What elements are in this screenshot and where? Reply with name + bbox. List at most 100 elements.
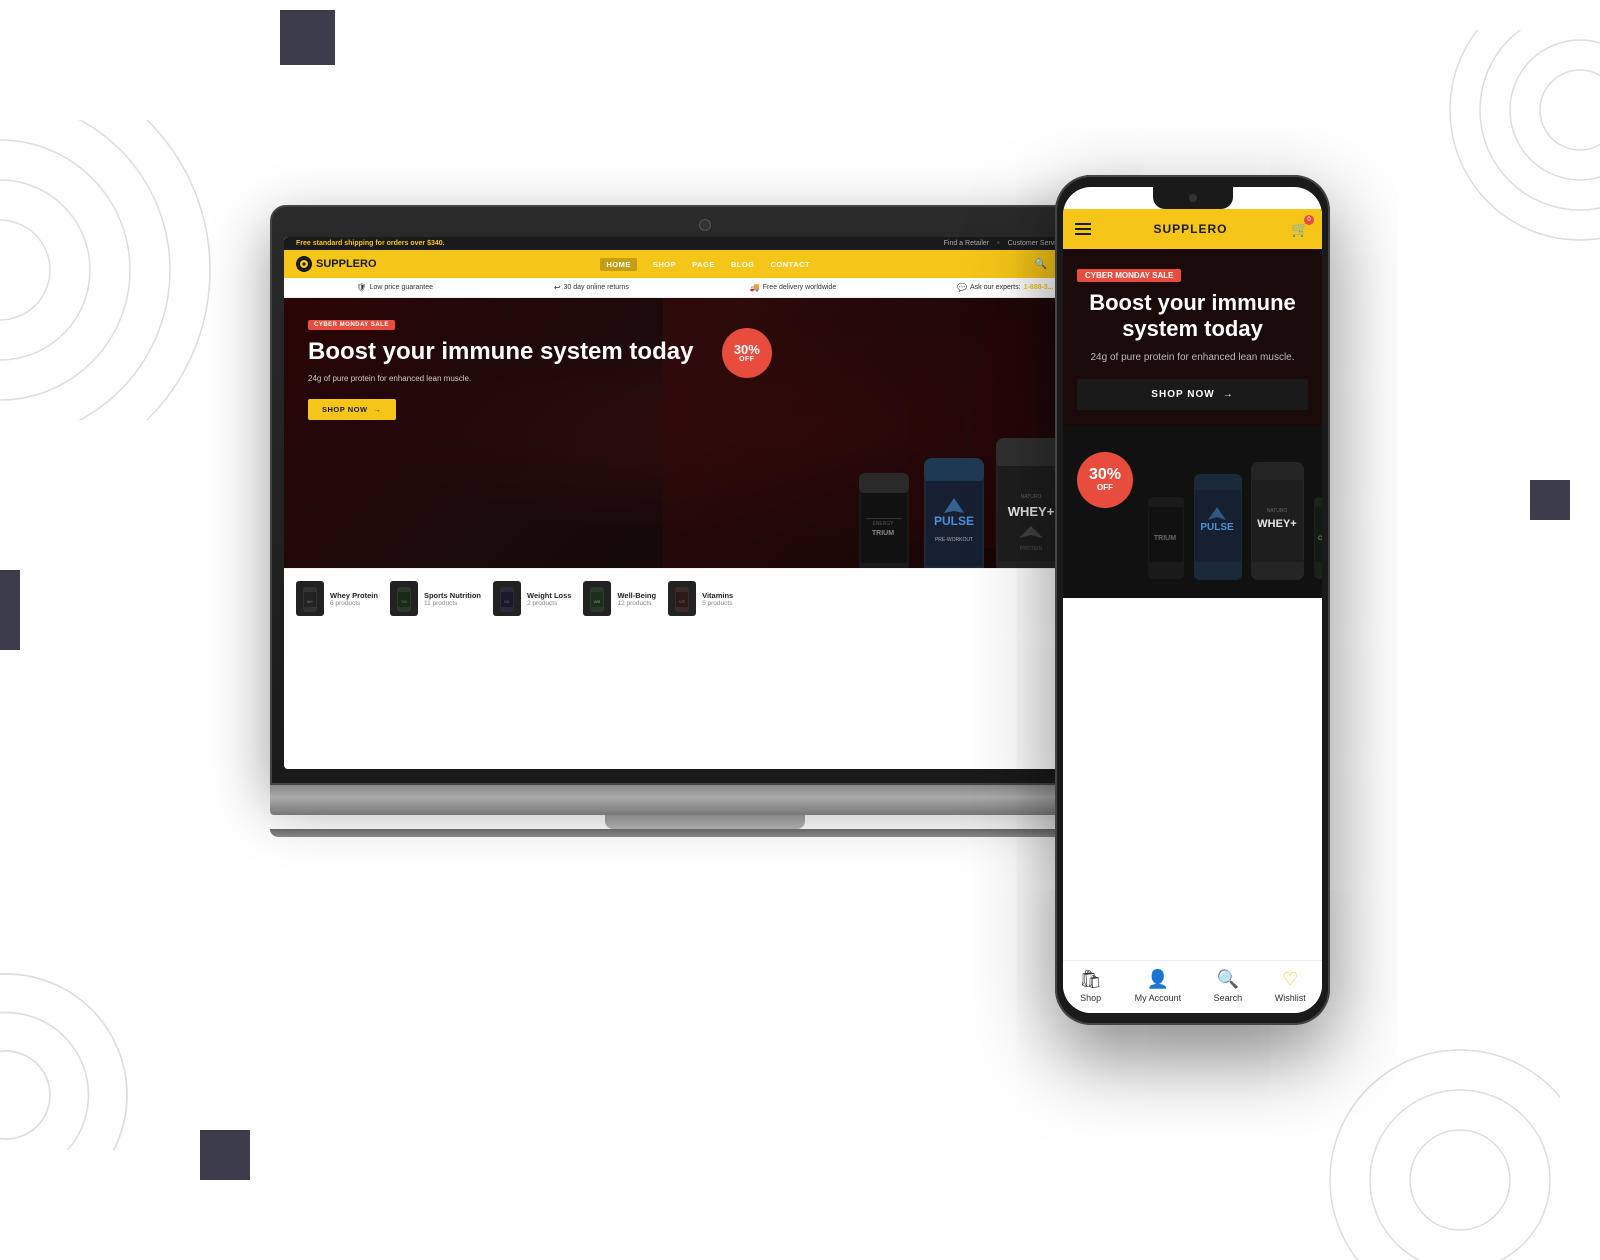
hamburger-line-1 <box>1075 223 1091 225</box>
mobile-shop-now-button[interactable]: SHOP NOW → <box>1077 379 1308 410</box>
weightloss-name: Weight Loss <box>527 591 571 600</box>
mobile-nav: SUPPLERO 🛒 0 <box>1063 209 1322 249</box>
category-whey[interactable]: W+ Whey Protein 6 products <box>296 581 378 616</box>
feature-experts: 💬 Ask our experts: 1-888-3... <box>957 283 1054 292</box>
delivery-icon: 🚚 <box>750 283 760 292</box>
svg-text:SN: SN <box>401 599 407 604</box>
mobile-product-charge: CHARGE <box>1309 492 1322 582</box>
weightloss-info: Weight Loss 2 products <box>527 591 571 607</box>
navigation: SUPPLERO HOME SHOP PAGE BLOG CONTACT 🔍 <box>284 250 1126 278</box>
mobile-hero-badge: CYBER MONDAY SALE <box>1077 269 1181 282</box>
hero-subtitle: 24g of pure protein for enhanced lean mu… <box>308 374 723 383</box>
wellbeing-name: Well-Being <box>617 591 656 600</box>
mobile-shop-label: SHOP NOW <box>1151 389 1214 400</box>
price-icon: 🛡 <box>356 283 366 292</box>
wellbeing-info: Well-Being 12 products <box>617 591 656 607</box>
sports-info: Sports Nutrition 11 products <box>424 591 481 607</box>
mobile-menu-button[interactable] <box>1075 223 1091 235</box>
shipping-label: Free standard shipping for orders <box>296 240 408 247</box>
laptop-device: Free standard shipping for orders over $… <box>270 205 1140 845</box>
mobile-spacer <box>1063 598 1322 960</box>
discount-off: OFF <box>739 356 755 363</box>
category-sports[interactable]: SN Sports Nutrition 11 products <box>390 581 481 616</box>
logo-icon <box>296 256 312 272</box>
nav-shop[interactable]: SHOP <box>653 260 676 269</box>
front-camera <box>1189 194 1197 202</box>
vitamins-image: VIT <box>668 581 696 616</box>
feature-delivery-text: Free delivery worldwide <box>763 284 837 291</box>
feature-returns-text: 30 day online returns <box>564 284 629 291</box>
mobile-nav-account[interactable]: 👤 My Account <box>1135 969 1182 1003</box>
nav-links: HOME SHOP PAGE BLOG CONTACT <box>600 258 810 271</box>
nav-blog[interactable]: BLOG <box>731 260 755 269</box>
shipping-text: Free standard shipping for orders over $… <box>296 240 445 247</box>
feature-delivery: 🚚 Free delivery worldwide <box>750 283 837 292</box>
category-wellbeing[interactable]: WB Well-Being 12 products <box>583 581 656 616</box>
feature-price-text: Low price guarantee <box>370 284 433 291</box>
wishlist-nav-icon: ♡ <box>1282 969 1298 990</box>
mobile-arrow-icon: → <box>1223 389 1234 400</box>
nav-home[interactable]: HOME <box>600 258 637 271</box>
categories-section: W+ Whey Protein 6 products SN <box>284 568 1126 628</box>
laptop-stand <box>605 815 805 829</box>
vitamins-info: Vitamins 5 products <box>702 591 733 607</box>
devices-wrapper: Free standard shipping for orders over $… <box>250 125 1350 1075</box>
svg-text:PRE-WORKOUT: PRE-WORKOUT <box>935 537 973 543</box>
mobile-discount-off: OFF <box>1097 483 1113 492</box>
main-container: Free standard shipping for orders over $… <box>0 0 1600 1200</box>
product-pulse: PULSE PRE-WORKOUT <box>916 453 991 568</box>
mobile-products-section: 30% OFF TRIUM <box>1063 426 1322 598</box>
account-label: My Account <box>1135 993 1182 1003</box>
vitamins-count: 5 products <box>702 600 733 607</box>
nav-page[interactable]: PAGE <box>692 260 715 269</box>
mobile-cart-badge: 0 <box>1304 215 1314 225</box>
nav-contact[interactable]: CONTACT <box>771 260 811 269</box>
mobile-website: SUPPLERO 🛒 0 CYBER MONDAY SALE Boost you… <box>1063 187 1322 1013</box>
svg-text:NATURO: NATURO <box>1267 508 1288 514</box>
logo[interactable]: SUPPLERO <box>296 256 377 272</box>
wellbeing-image: WB <box>583 581 611 616</box>
search-icon[interactable]: 🔍 <box>1034 257 1048 271</box>
shop-icon: 🛍 <box>1079 969 1102 990</box>
mobile-nav-shop[interactable]: 🛍 Shop <box>1079 969 1102 1003</box>
discount-badge: 30% OFF <box>722 328 772 378</box>
mobile-device: SUPPLERO 🛒 0 CYBER MONDAY SALE Boost you… <box>1055 175 1330 1025</box>
experts-phone[interactable]: 1-888-3... <box>1024 284 1054 291</box>
laptop-foot <box>270 829 1140 837</box>
mobile-product-trium: TRIUM <box>1143 492 1188 582</box>
whey-name: Whey Protein <box>330 591 378 600</box>
shop-now-label: SHOP NOW <box>322 405 368 414</box>
mobile-cart-icon[interactable]: 🛒 0 <box>1290 219 1310 239</box>
discount-percent: 30% <box>734 343 760 356</box>
shipping-amount: over $340. <box>410 240 444 247</box>
mobile-product-pulse: PULSE <box>1190 472 1245 582</box>
mobile-hero-subtitle: 24g of pure protein for enhanced lean mu… <box>1077 351 1308 365</box>
mobile-discount-percent: 30% <box>1089 467 1121 483</box>
mobile-nav-search[interactable]: 🔍 Search <box>1214 969 1243 1003</box>
shop-now-button[interactable]: SHOP NOW → <box>308 399 396 420</box>
mobile-product-whey: WHEY+ NATURO <box>1247 462 1307 582</box>
mobile-discount-badge: 30% OFF <box>1077 452 1133 508</box>
account-nav-icon: 👤 <box>1147 969 1169 990</box>
mobile-hero: CYBER MONDAY SALE Boost your immune syst… <box>1063 249 1322 426</box>
category-vitamins[interactable]: VIT Vitamins 5 products <box>668 581 733 616</box>
hero-title: Boost your immune system today <box>308 338 723 366</box>
category-weightloss[interactable]: WL Weight Loss 2 products <box>493 581 571 616</box>
hamburger-line-2 <box>1075 228 1091 230</box>
svg-text:ENERGY: ENERGY <box>872 521 894 527</box>
wishlist-label: Wishlist <box>1275 993 1306 1003</box>
find-retailer-link[interactable]: Find a Retailer <box>944 240 990 247</box>
svg-text:WHEY+: WHEY+ <box>1008 504 1055 519</box>
hamburger-line-3 <box>1075 233 1091 235</box>
hero-content: CYBER MONDAY SALE Boost your immune syst… <box>284 298 747 440</box>
search-nav-icon: 🔍 <box>1217 969 1239 990</box>
returns-icon: ↩ <box>554 283 561 292</box>
hero-section: CYBER MONDAY SALE Boost your immune syst… <box>284 298 1126 568</box>
mobile-nav-wishlist[interactable]: ♡ Wishlist <box>1275 969 1306 1003</box>
weightloss-image: WL <box>493 581 521 616</box>
whey-image: W+ <box>296 581 324 616</box>
svg-text:WL: WL <box>504 599 511 604</box>
svg-text:PULSE: PULSE <box>1200 522 1234 533</box>
arrow-icon: → <box>374 405 382 414</box>
whey-count: 6 products <box>330 600 378 607</box>
